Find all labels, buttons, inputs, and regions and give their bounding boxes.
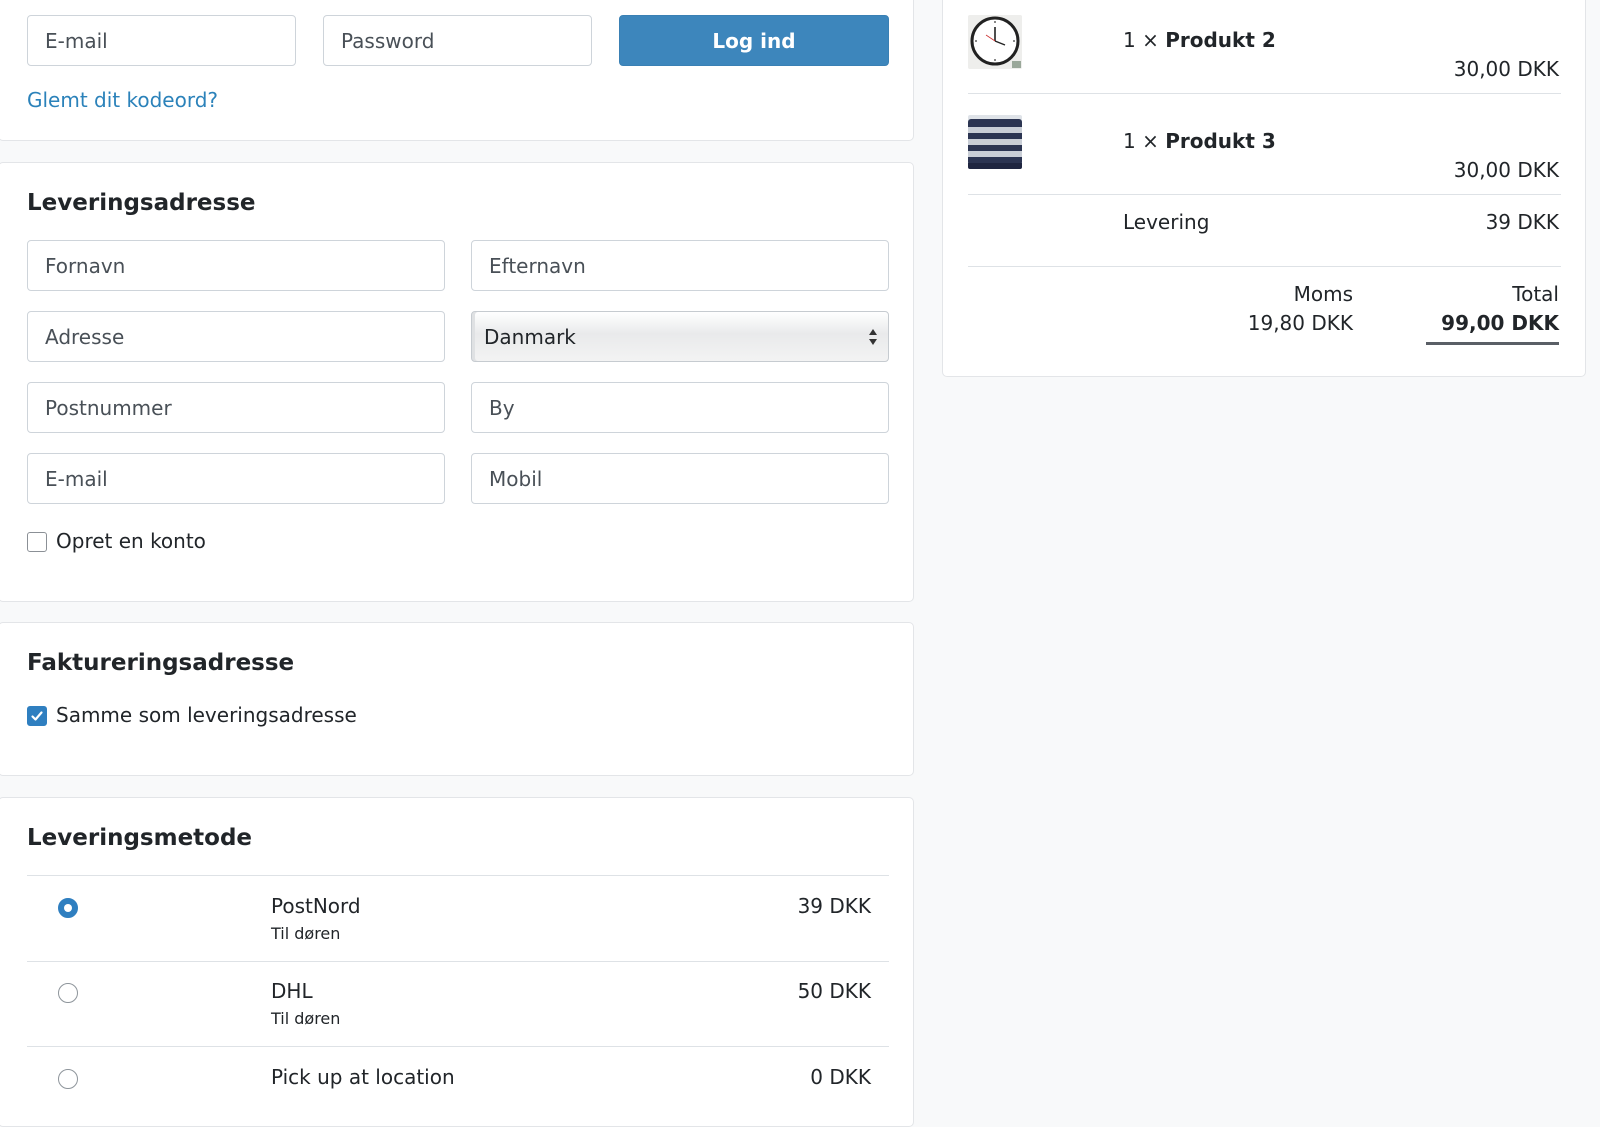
firstname-input[interactable] [27, 240, 445, 291]
clock-icon [968, 15, 1022, 69]
order-summary-card: 1 × Produkt 2 30,00 DKK 1 × Produkt 3 30… [942, 0, 1586, 377]
login-password-input[interactable] [323, 15, 592, 66]
delivery-heading: Leveringsmetode [27, 825, 253, 851]
dhl-radio[interactable] [58, 983, 78, 1003]
delivery-option-desc: Til døren [271, 924, 341, 943]
delivery-divider [27, 875, 889, 876]
delivery-divider [27, 1046, 889, 1047]
delivery-option-price: 39 DKK [797, 894, 871, 918]
same-as-shipping-checkbox[interactable] [27, 706, 47, 726]
shipping-email-input[interactable] [27, 453, 445, 504]
country-select-value: Danmark [484, 324, 576, 349]
login-email-input[interactable] [27, 15, 296, 66]
product-thumbnail-sweater [968, 115, 1022, 169]
billing-address-card: Faktureringsadresse Samme som leveringsa… [0, 622, 914, 776]
login-card: Log ind Glemt dit kodeord? [0, 0, 914, 141]
summary-divider [968, 93, 1561, 94]
delivery-divider [27, 961, 889, 962]
pickup-radio[interactable] [58, 1069, 78, 1089]
forgot-password-link[interactable]: Glemt dit kodeord? [27, 88, 218, 112]
select-arrows-icon [869, 329, 877, 345]
vat-label: Moms [1293, 282, 1353, 306]
summary-item-name: 1 × Produkt 3 [1123, 129, 1276, 153]
billing-heading: Faktureringsadresse [27, 650, 295, 676]
summary-divider [968, 194, 1561, 195]
summary-item-price: 30,00 DKK [1453, 57, 1559, 81]
delivery-option-price: 0 DKK [810, 1065, 871, 1089]
total-underline [1426, 342, 1559, 345]
checkmark-icon [31, 711, 43, 721]
create-account-label: Opret en konto [56, 529, 206, 553]
product-thumbnail-clock [968, 15, 1022, 69]
delivery-option-price: 50 DKK [797, 979, 871, 1003]
delivery-method-card: Leveringsmetode PostNord Til døren 39 DK… [0, 797, 914, 1127]
delivery-option-desc: Til døren [271, 1009, 341, 1028]
vat-value: 19,80 DKK [1247, 311, 1353, 335]
country-select[interactable]: Danmark [471, 311, 889, 362]
summary-item-price: 30,00 DKK [1453, 158, 1559, 182]
create-account-checkbox[interactable] [27, 532, 47, 552]
zip-input[interactable] [27, 382, 445, 433]
login-button[interactable]: Log ind [619, 15, 889, 66]
delivery-option-name: Pick up at location [271, 1065, 455, 1089]
summary-delivery-label: Levering [1123, 210, 1210, 234]
postnord-radio[interactable] [58, 898, 78, 918]
delivery-option-name: PostNord [271, 894, 361, 918]
total-label: Total [1512, 282, 1559, 306]
summary-item-name: 1 × Produkt 2 [1123, 28, 1276, 52]
summary-delivery-price: 39 DKK [1485, 210, 1559, 234]
address-input[interactable] [27, 311, 445, 362]
same-as-shipping-label: Samme som leveringsadresse [56, 703, 357, 727]
summary-divider [968, 266, 1561, 267]
city-input[interactable] [471, 382, 889, 433]
mobile-input[interactable] [471, 453, 889, 504]
shipping-address-card: Leveringsadresse Danmark Opret en konto [0, 162, 914, 602]
shipping-heading: Leveringsadresse [27, 190, 256, 216]
delivery-option-name: DHL [271, 979, 313, 1003]
sweater-icon [968, 115, 1022, 169]
lastname-input[interactable] [471, 240, 889, 291]
total-value: 99,00 DKK [1441, 311, 1559, 335]
